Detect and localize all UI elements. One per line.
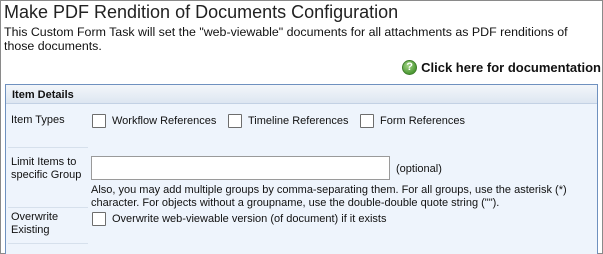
documentation-link[interactable]: ? Click here for documentation	[402, 60, 601, 75]
overwrite-option[interactable]: Overwrite web-viewable version (of docum…	[92, 212, 386, 226]
overwrite-checkbox-label: Overwrite web-viewable version (of docum…	[112, 213, 387, 225]
overwrite-label: Overwrite Existing	[11, 211, 59, 236]
page-title: Make PDF Rendition of Documents Configur…	[4, 2, 399, 22]
limit-group-input[interactable]	[91, 156, 390, 180]
row-divider	[8, 243, 88, 244]
help-icon: ?	[402, 60, 418, 75]
row-divider	[8, 147, 88, 148]
optional-hint: (optional)	[396, 163, 442, 175]
workflow-references-label: Workflow References	[112, 115, 217, 127]
item-details-header: Item Details	[6, 85, 597, 104]
workflow-references-option[interactable]: Workflow References	[92, 114, 216, 128]
row-divider	[8, 207, 88, 208]
page-description: This Custom Form Task will set the "web-…	[4, 25, 568, 53]
form-references-checkbox[interactable]	[360, 114, 374, 128]
overwrite-checkbox[interactable]	[92, 212, 106, 226]
item-types-label: Item Types	[11, 114, 65, 126]
workflow-references-checkbox[interactable]	[92, 114, 106, 128]
limit-group-label: Limit Items to specific Group	[11, 156, 82, 181]
form-references-option[interactable]: Form References	[360, 114, 465, 128]
group-help-text: Also, you may add multiple groups by com…	[91, 184, 567, 209]
timeline-references-option[interactable]: Timeline References	[228, 114, 348, 128]
documentation-link-label: Click here for documentation	[421, 60, 601, 75]
form-references-label: Form References	[380, 115, 465, 127]
item-details-panel: Item Details Item Types Workflow Referen…	[5, 84, 598, 254]
timeline-references-label: Timeline References	[248, 115, 349, 127]
timeline-references-checkbox[interactable]	[228, 114, 242, 128]
